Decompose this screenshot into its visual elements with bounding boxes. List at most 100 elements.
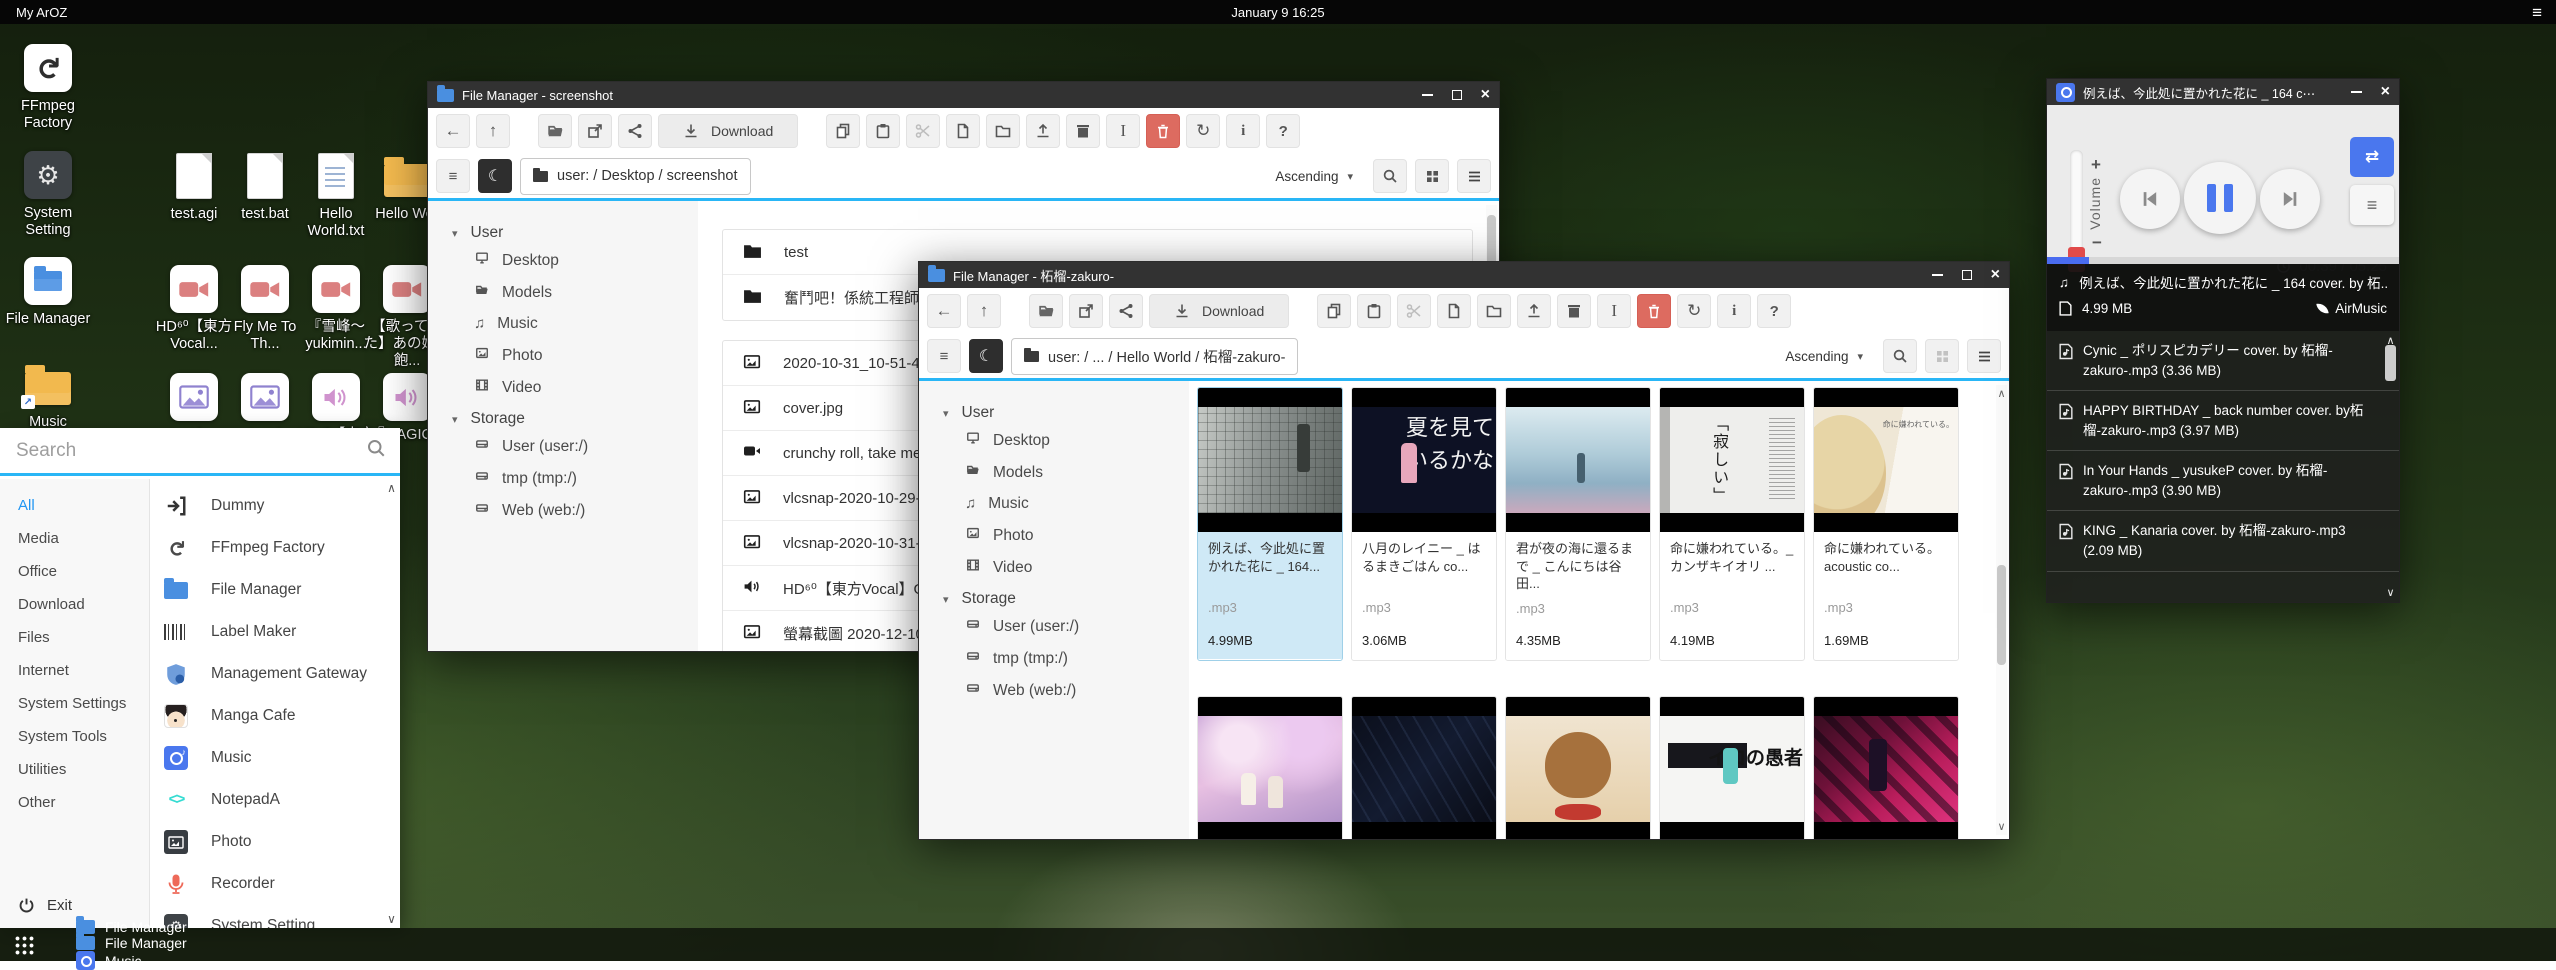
upload-button[interactable] xyxy=(1026,114,1060,148)
file-card[interactable]: 毒 _ HarryP cover xyxy=(1351,696,1497,839)
rename-button[interactable]: I xyxy=(1106,114,1140,148)
taskbar-item-file-manager[interactable]: File Manager xyxy=(76,935,236,951)
share-button[interactable] xyxy=(1109,294,1143,328)
app-item-music[interactable]: Music xyxy=(151,737,400,779)
refresh-button[interactable]: ↻ xyxy=(1677,294,1711,328)
grid-view-button[interactable] xyxy=(1925,339,1959,373)
playlist-item[interactable]: Cynic _ ポリスピカデリー cover. by 柘榴-zakuro-.mp… xyxy=(2047,331,2399,391)
sidebar-item-desktop[interactable]: Desktop xyxy=(474,251,698,270)
file-card[interactable]: 命に嫌われている。acoustic co....mp3 1.69MB xyxy=(1813,387,1959,661)
app-item-photo[interactable]: Photo xyxy=(151,821,400,863)
close-button[interactable]: × xyxy=(2381,84,2390,100)
scrollbar[interactable]: ∧ ∨ xyxy=(1996,385,2007,835)
paste-button[interactable] xyxy=(866,114,900,148)
sidebar-item-photo[interactable]: Photo xyxy=(474,346,698,365)
download-button[interactable]: Download xyxy=(658,114,798,148)
dark-mode-toggle[interactable]: ☾ xyxy=(969,339,1003,373)
file-manager-window-zakuro[interactable]: File Manager - 柘榴-zakuro- × ←↑DownloadI↻… xyxy=(918,261,2010,840)
copy-button[interactable] xyxy=(826,114,860,148)
category-internet[interactable]: Internet xyxy=(0,654,149,687)
help-button[interactable]: ? xyxy=(1757,294,1791,328)
desktop-icon[interactable] xyxy=(170,373,218,421)
paste-button[interactable] xyxy=(1357,294,1391,328)
app-item-manga-cafe[interactable]: Manga Cafe xyxy=(151,695,400,737)
desktop-icon[interactable] xyxy=(241,152,289,200)
desktop-icon[interactable] xyxy=(312,265,360,313)
minimize-button[interactable] xyxy=(1422,94,1433,96)
download-button[interactable]: Download xyxy=(1149,294,1289,328)
window-title-bar[interactable]: 例えば、今此処に置かれた花に _ 164 c⋯ × xyxy=(2047,79,2399,105)
app-item-file-manager[interactable]: File Manager xyxy=(151,569,400,611)
sidebar-item-web-web-[interactable]: Web (web:/) xyxy=(474,501,698,520)
close-button[interactable]: × xyxy=(1991,267,2000,283)
list-view-button[interactable] xyxy=(1457,159,1491,193)
search-button[interactable] xyxy=(1373,159,1407,193)
app-list-scrollbar[interactable]: ∧ ∨ xyxy=(385,481,398,926)
volume-down-label[interactable]: − xyxy=(2092,233,2102,253)
sort-dropdown[interactable]: Ascending ▾ xyxy=(1263,158,1365,195)
repeat-button[interactable]: ⇄ xyxy=(2350,137,2394,177)
menu-button[interactable]: ≡ xyxy=(927,339,961,373)
up-button[interactable]: ↑ xyxy=(476,114,510,148)
help-button[interactable]: ? xyxy=(1266,114,1300,148)
path-bar[interactable]: user: / Desktop / screenshot xyxy=(520,158,751,195)
app-item-recorder[interactable]: Recorder xyxy=(151,863,400,905)
archive-button[interactable] xyxy=(1066,114,1100,148)
file-card[interactable]: 命に嫌われている。_ カンザキイオリ ....mp3 4.19MB xyxy=(1659,387,1805,661)
sidebar-item-desktop[interactable]: Desktop xyxy=(965,431,1189,450)
tree-section-header[interactable]: ▾Storage xyxy=(452,410,698,428)
window-title-bar[interactable]: File Manager - 柘榴-zakuro- × xyxy=(919,262,2009,288)
back-button[interactable]: ← xyxy=(927,294,961,328)
category-all[interactable]: All xyxy=(0,489,149,522)
open-button[interactable] xyxy=(1029,294,1063,328)
app-item-ffmpeg-factory[interactable]: ↻FFmpeg Factory xyxy=(151,527,400,569)
sidebar-item-music[interactable]: ♫Music xyxy=(965,495,1189,513)
external-button[interactable] xyxy=(1069,294,1103,328)
search-bar[interactable] xyxy=(0,428,400,476)
desktop-icon[interactable] xyxy=(312,373,360,421)
desktop-icon[interactable]: ↗ xyxy=(24,360,72,408)
playlist-menu-button[interactable]: ≡ xyxy=(2350,185,2394,225)
category-utilities[interactable]: Utilities xyxy=(0,753,149,786)
desktop-icon[interactable]: ⚙ xyxy=(24,151,72,199)
list-view-button[interactable] xyxy=(1967,339,2001,373)
up-button[interactable]: ↑ xyxy=(967,294,1001,328)
previous-track-button[interactable] xyxy=(2120,169,2180,229)
new-file-button[interactable] xyxy=(946,114,980,148)
external-button[interactable] xyxy=(578,114,612,148)
sort-dropdown[interactable]: Ascending ▾ xyxy=(1773,338,1875,375)
delete-button[interactable] xyxy=(1637,294,1671,328)
desktop-icon[interactable] xyxy=(383,373,431,421)
playlist-scrollbar[interactable]: ∧ ∨ xyxy=(2384,333,2397,600)
app-item-management-gateway[interactable]: Management Gateway xyxy=(151,653,400,695)
app-item-dummy[interactable]: Dummy xyxy=(151,485,400,527)
delete-button[interactable] xyxy=(1146,114,1180,148)
new-folder-button[interactable] xyxy=(1477,294,1511,328)
minimize-button[interactable] xyxy=(2351,91,2362,93)
back-button[interactable]: ← xyxy=(436,114,470,148)
sidebar-item-tmp-tmp-[interactable]: tmp (tmp:/) xyxy=(474,469,698,488)
file-card[interactable]: 夢と葉桜 _ 青木月 xyxy=(1505,696,1651,839)
desktop-icon[interactable] xyxy=(383,265,431,313)
sidebar-item-user-user-[interactable]: User (user:/) xyxy=(965,617,1189,636)
maximize-button[interactable] xyxy=(1452,90,1462,100)
sidebar-item-models[interactable]: Models xyxy=(474,283,698,302)
cut-button[interactable] xyxy=(1397,294,1431,328)
file-card[interactable]: 妄想感傷代償連盟 xyxy=(1659,696,1805,839)
close-button[interactable]: × xyxy=(1481,87,1490,103)
app-item-notepada[interactable]: <>NotepadA xyxy=(151,779,400,821)
sidebar-item-models[interactable]: Models xyxy=(965,463,1189,482)
app-drawer-button[interactable] xyxy=(14,935,34,955)
cut-button[interactable] xyxy=(906,114,940,148)
file-card[interactable]: 例えば、今此処に置かれた花に _ 164....mp3 4.99MB xyxy=(1197,387,1343,661)
desktop-icon[interactable] xyxy=(241,265,289,313)
playlist-item[interactable]: KING _ Kanaria cover. by 柘榴-zakuro-.mp3 … xyxy=(2047,511,2399,571)
category-other[interactable]: Other xyxy=(0,786,149,819)
search-button[interactable] xyxy=(1883,339,1917,373)
info-button[interactable]: i xyxy=(1226,114,1260,148)
category-media[interactable]: Media xyxy=(0,522,149,555)
desktop-icon[interactable] xyxy=(383,152,431,200)
pause-button[interactable] xyxy=(2184,162,2256,234)
info-button[interactable]: i xyxy=(1717,294,1751,328)
sidebar-item-photo[interactable]: Photo xyxy=(965,526,1189,545)
